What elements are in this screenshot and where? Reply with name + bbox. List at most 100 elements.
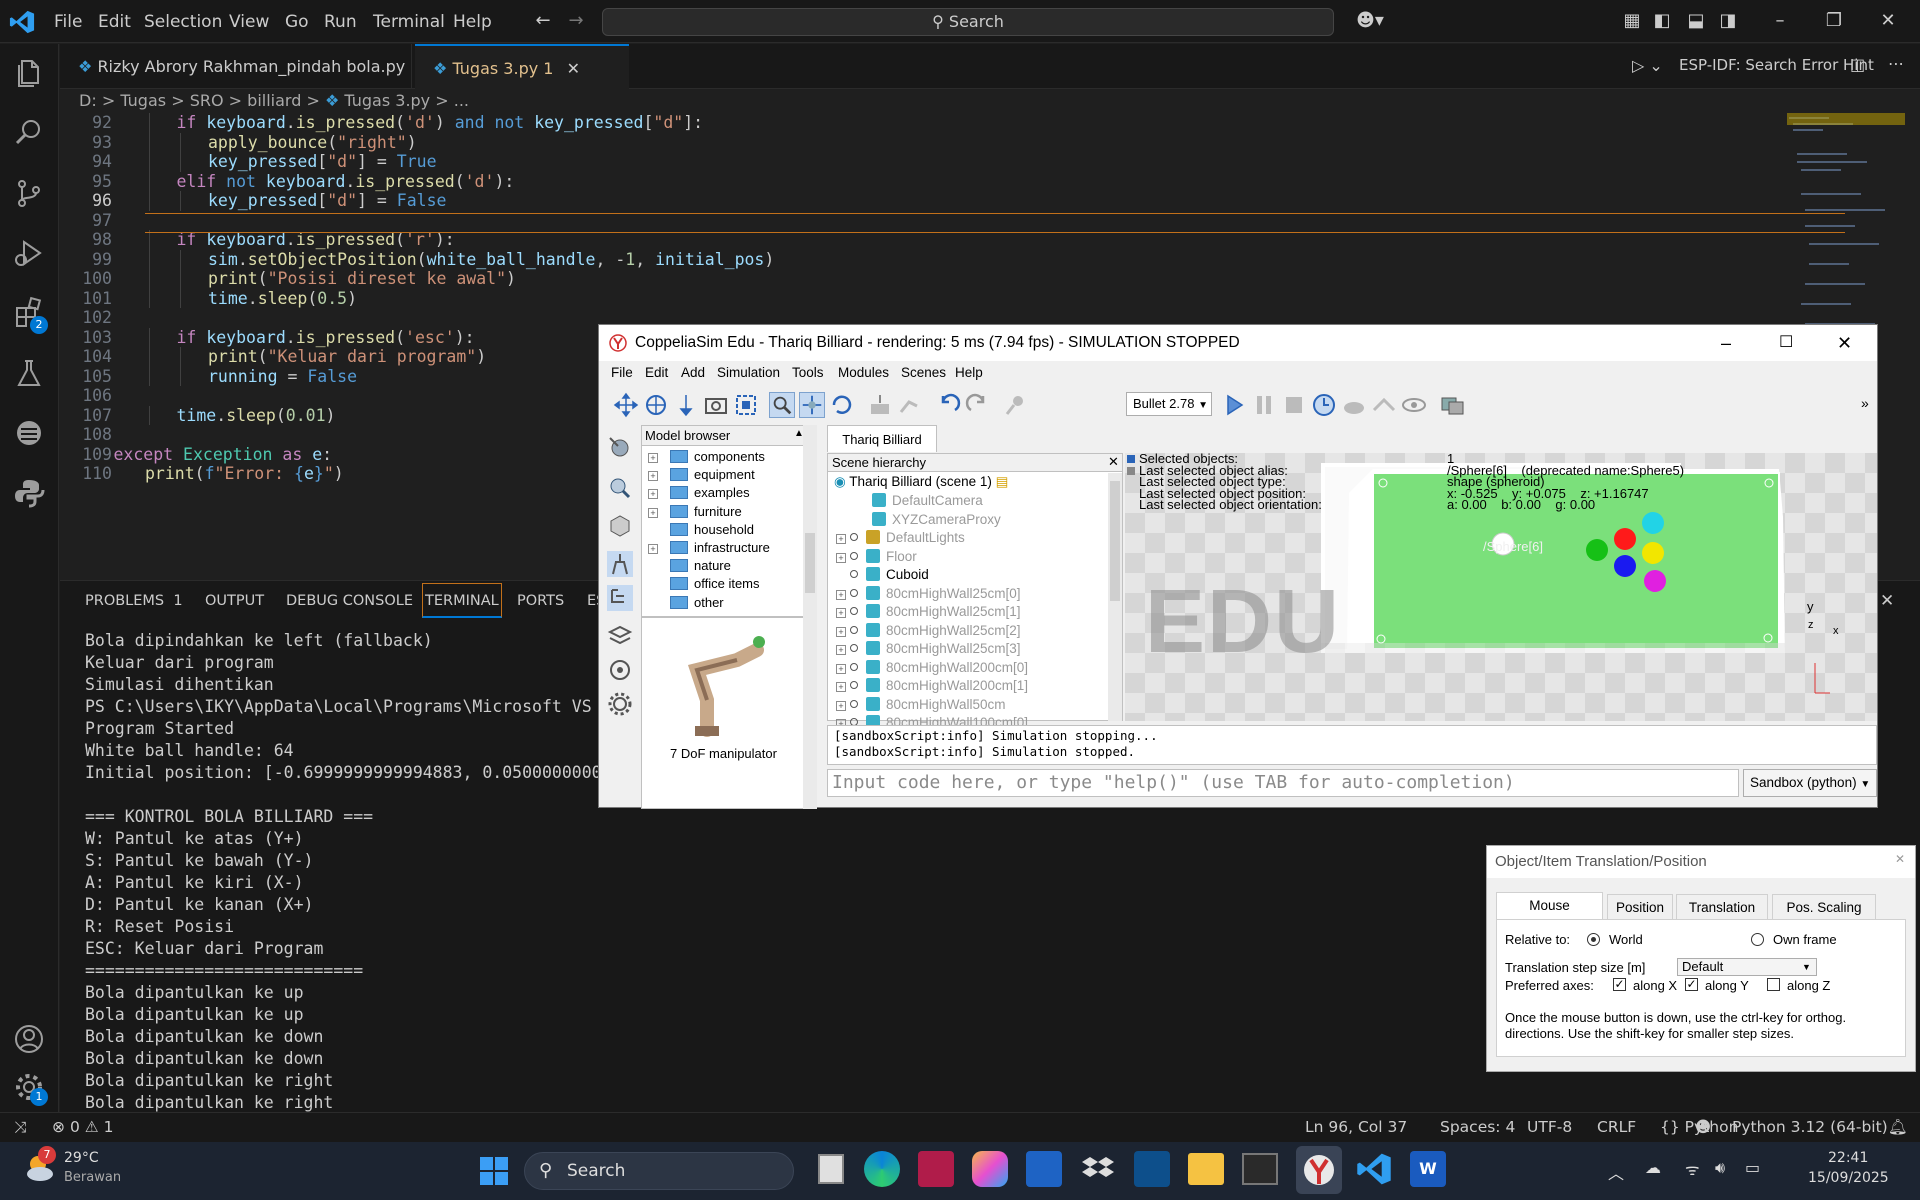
3d-viewport[interactable]: EDU /Sphere[6] y z x Selected objects: 1 L… [1125, 453, 1877, 721]
expand-plus-icon[interactable]: + [836, 626, 846, 637]
stop-simulation-icon[interactable] [1281, 392, 1307, 418]
tab-tugas-3[interactable]: ❖ Tugas 3.py 1 ✕ [415, 44, 629, 89]
csim-menu-add[interactable]: Add [681, 365, 705, 380]
manipulator-thumbnail[interactable] [667, 630, 777, 740]
csim-menu-simulation[interactable]: Simulation [717, 365, 780, 380]
breadcrumb-drive[interactable]: D: [79, 91, 97, 110]
pause-simulation-icon[interactable] [1251, 392, 1277, 418]
scene-object-item[interactable]: +80cmHighWall50cm [836, 696, 1006, 714]
breadcrumb-symbol[interactable]: ... [454, 91, 469, 110]
search-icon[interactable] [12, 116, 46, 150]
close-hierarchy-icon[interactable]: ✕ [1108, 454, 1119, 470]
start-simulation-icon[interactable] [1221, 392, 1247, 418]
task-view-icon[interactable] [818, 1154, 844, 1184]
scene-object-item[interactable]: +80cmHighWall200cm[1] [836, 677, 1028, 695]
app-icon[interactable] [918, 1151, 954, 1187]
close-icon[interactable]: ✕ [1837, 325, 1852, 361]
simulation-settings-icon[interactable] [607, 435, 633, 461]
step-size-select[interactable]: Default ▼ [1677, 958, 1817, 976]
notifications-bell-icon[interactable]: 🔔︎ [1888, 1118, 1908, 1136]
csim-menu-scenes[interactable]: Scenes [901, 365, 946, 380]
close-icon[interactable]: ✕ [1878, 11, 1898, 31]
model-folder[interactable]: +nature [648, 557, 731, 575]
copilot-icon[interactable]: ☻▾ [1352, 11, 1388, 31]
visibility-dot-icon[interactable] [850, 644, 858, 652]
expand-plus-icon[interactable]: + [836, 608, 846, 618]
blue-ball[interactable] [1614, 555, 1636, 577]
scene-object-item[interactable]: +80cmHighWall25cm[2] [836, 622, 1021, 640]
csim-menu-modules[interactable]: Modules [838, 365, 889, 380]
panel-tab-debug-console[interactable]: DEBUG CONSOLE [286, 593, 413, 609]
scene-object-item[interactable]: + DefaultLights [836, 529, 965, 547]
line-ending[interactable]: CRLF [1597, 1118, 1636, 1136]
video-recorder-icon[interactable] [607, 657, 633, 683]
edge-browser-icon[interactable] [864, 1151, 900, 1187]
more-actions-icon[interactable]: ⋯ [1888, 54, 1904, 73]
scene-object-item[interactable]: +Cuboid [836, 566, 929, 584]
checkbox-along-y[interactable]: ✓ [1685, 978, 1698, 991]
close-icon[interactable]: ✕ [1895, 852, 1905, 866]
tab-translation[interactable]: Translation [1676, 894, 1768, 920]
csim-menu-edit[interactable]: Edit [645, 365, 668, 380]
speed-up-icon[interactable] [1371, 392, 1397, 418]
python-icon[interactable] [12, 476, 46, 510]
indentation[interactable]: Spaces: 4 [1440, 1118, 1515, 1136]
object-shift-icon[interactable] [799, 392, 825, 418]
expand-plus-icon[interactable]: + [648, 471, 658, 482]
expand-plus-icon[interactable]: + [648, 453, 658, 463]
terminal-output[interactable]: Bola dipindahkan ke left (fallback) Kelua… [85, 630, 651, 1114]
battery-icon[interactable]: ▭ [1745, 1158, 1760, 1177]
scene-root[interactable]: ◉ Thariq Billiard (scene 1) ▤ [834, 473, 1008, 491]
scene-object-item[interactable]: +DefaultCamera [836, 492, 983, 510]
expand-plus-icon[interactable]: + [836, 663, 846, 674]
status-console[interactable]: [sandboxScript:info] Simulation stopping… [827, 725, 1877, 765]
camera-rotate-icon[interactable] [643, 392, 669, 418]
toggle-secondary-sidebar-icon[interactable]: ◨ [1718, 11, 1738, 31]
expand-plus-icon[interactable]: + [648, 507, 658, 518]
tab-position[interactable]: Position [1607, 894, 1673, 920]
back-arrow-icon[interactable]: ← [533, 11, 553, 31]
fit-to-view-icon[interactable] [733, 392, 759, 418]
tab-close-icon[interactable]: ✕ [567, 59, 580, 78]
copilot-app-icon[interactable] [972, 1151, 1008, 1187]
visibility-dot-icon[interactable] [850, 607, 858, 615]
command-center-search[interactable]: ⚲ Search [602, 8, 1334, 36]
expand-plus-icon[interactable]: + [836, 645, 846, 655]
explorer-icon[interactable] [12, 56, 46, 90]
app-icon[interactable] [1134, 1151, 1170, 1187]
minimize-icon[interactable]: – [1770, 11, 1790, 31]
visibility-dot-icon[interactable] [850, 625, 858, 634]
restore-icon[interactable]: ❐ [1824, 11, 1844, 31]
model-folder[interactable]: +other [648, 594, 724, 612]
yellow-ball[interactable] [1642, 542, 1664, 564]
dynamics-toggle-icon[interactable] [1003, 392, 1029, 418]
model-folder[interactable]: + infrastructure [648, 539, 770, 557]
menu-run[interactable]: Run [324, 12, 357, 32]
cyan-ball[interactable] [1642, 512, 1664, 534]
run-debug-icon[interactable] [12, 236, 46, 270]
expand-plus-icon[interactable]: + [648, 489, 658, 500]
collections-icon[interactable] [607, 513, 633, 539]
expand-plus-icon[interactable]: + [836, 589, 846, 600]
camera-shift-icon[interactable] [673, 392, 699, 418]
scene-tab[interactable]: Thariq Billiard [827, 425, 937, 452]
breadcrumb-sro[interactable]: SRO [190, 91, 224, 110]
green-ball[interactable] [1586, 539, 1608, 561]
python-interpreter[interactable]: Python 3.12 (64-bit) [1732, 1118, 1888, 1136]
calculation-modules-icon[interactable] [607, 475, 633, 501]
remote-indicator-icon[interactable]: ⤨ [14, 1118, 26, 1137]
dropbox-icon[interactable] [1080, 1151, 1116, 1187]
tab-rizky-pindah-bola[interactable]: ❖ Rizky Abrory Rakhman_pindah bola.py [60, 44, 412, 89]
magenta-ball[interactable] [1644, 570, 1666, 592]
problems-status[interactable]: ⊗ 0 ⚠ 1 [52, 1118, 113, 1136]
assemble-icon[interactable] [867, 392, 893, 418]
onedrive-cloud-icon[interactable]: ☁ [1645, 1158, 1661, 1177]
clock-time[interactable]: 22:41 [1828, 1150, 1868, 1166]
manage-gear-icon[interactable]: 1 [12, 1070, 48, 1106]
breadcrumb-tugas[interactable]: Tugas [120, 91, 166, 110]
radio-own-frame[interactable] [1751, 933, 1764, 946]
csim-menu-tools[interactable]: Tools [792, 365, 824, 380]
maximize-icon[interactable]: ☐ [1779, 325, 1793, 361]
close-panel-icon[interactable]: ✕ [1880, 591, 1894, 611]
remote-explorer-icon[interactable] [12, 416, 46, 450]
